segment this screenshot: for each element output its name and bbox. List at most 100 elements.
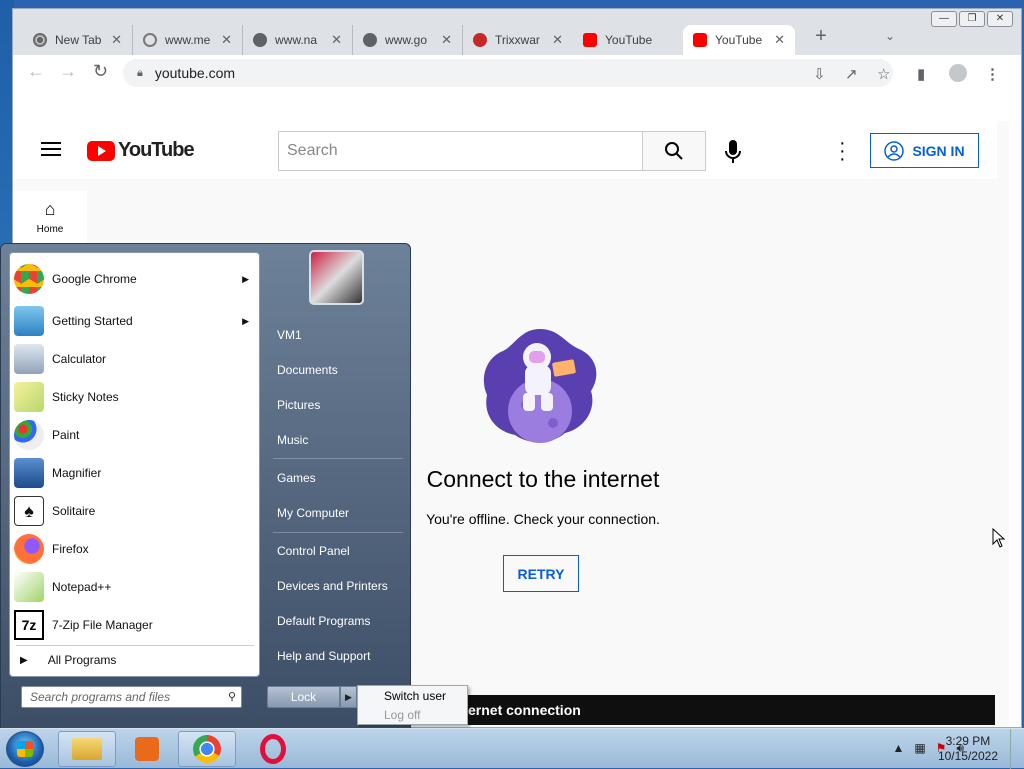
retry-button[interactable]: RETRY	[503, 555, 579, 592]
browser-toolbar: ← → ↻ 🔒︎ youtube.com ⇩ ↗ ☆ ▮ ⋮	[13, 55, 1021, 91]
show-desktop-button[interactable]	[1010, 729, 1024, 769]
tab-title: www.go	[385, 33, 428, 47]
show-hidden-icons-icon[interactable]: ▲	[892, 741, 904, 756]
user-avatar[interactable]	[309, 250, 364, 305]
sign-in-button[interactable]: SIGN IN	[870, 133, 979, 168]
chrome-icon	[33, 33, 47, 47]
clock[interactable]: 3:29 PM 10/15/2022	[938, 734, 998, 764]
settings-dots-icon[interactable]: · · ·	[839, 133, 846, 169]
globe-icon	[253, 33, 267, 47]
search-button[interactable]	[642, 131, 706, 171]
bookmark-star-icon[interactable]: ☆	[877, 65, 890, 83]
share-icon[interactable]: ↗	[845, 65, 858, 83]
start-link-documents[interactable]: Documents	[277, 363, 338, 377]
side-panel-icon[interactable]: ▮	[917, 65, 925, 83]
program-label: Magnifier	[52, 466, 102, 480]
divider	[16, 645, 254, 646]
start-link-help-support[interactable]: Help and Support	[277, 649, 370, 663]
start-item-sticky-notes[interactable]: Sticky Notes	[14, 379, 257, 415]
back-icon[interactable]: ←	[27, 61, 45, 82]
tab-youtube-1[interactable]: YouTube	[573, 25, 683, 55]
window-controls: — ❐ ✕	[931, 11, 1013, 27]
tab-www-me[interactable]: www.me ✕	[133, 25, 243, 55]
start-link-default-programs[interactable]: Default Programs	[277, 614, 370, 628]
close-button[interactable]: ✕	[987, 11, 1013, 27]
chrome-icon	[193, 735, 221, 763]
tab-close-icon[interactable]: ✕	[111, 32, 122, 48]
sticky-notes-icon	[14, 382, 44, 412]
program-label: Google Chrome	[52, 272, 137, 286]
start-item-notepadpp[interactable]: Notepad++	[14, 569, 257, 605]
log-off-item[interactable]: Log off	[358, 705, 467, 724]
youtube-logo[interactable]: YouTube	[87, 139, 195, 162]
media-player-icon	[135, 737, 159, 761]
menu-icon[interactable]: ⋮	[985, 65, 1000, 83]
program-label: Solitaire	[52, 504, 96, 518]
tab-close-icon[interactable]: ✕	[441, 32, 452, 48]
start-link-vm1[interactable]: VM1	[277, 328, 302, 342]
program-label: Notepad++	[52, 580, 112, 594]
install-icon[interactable]: ⇩	[813, 65, 826, 83]
start-link-my-computer[interactable]: My Computer	[277, 506, 349, 520]
lock-button[interactable]: Lock	[267, 686, 340, 708]
restore-button[interactable]: ❐	[959, 11, 985, 27]
expand-arrow-icon: ▶	[20, 654, 28, 666]
start-item-getting-started[interactable]: Getting Started ▶	[14, 303, 257, 339]
start-orb-icon[interactable]	[6, 731, 44, 767]
start-item-google-chrome[interactable]: Google Chrome ▶	[14, 261, 257, 297]
start-item-solitaire[interactable]: ♠ Solitaire	[14, 493, 257, 529]
reload-icon[interactable]: ↻	[93, 61, 108, 82]
forward-icon[interactable]: →	[59, 61, 77, 82]
profile-icon[interactable]	[949, 64, 967, 82]
hamburger-icon[interactable]	[41, 142, 61, 156]
tab-close-icon[interactable]: ✕	[221, 32, 232, 48]
minimize-button[interactable]: —	[931, 11, 957, 27]
start-link-pictures[interactable]: Pictures	[277, 398, 320, 412]
chrome-icon	[14, 264, 44, 294]
tab-close-icon[interactable]: ✕	[331, 32, 342, 48]
taskbar-opera[interactable]	[244, 731, 302, 767]
tab-close-icon[interactable]: ✕	[552, 32, 563, 48]
tab-www-go[interactable]: www.go ✕	[353, 25, 463, 55]
start-item-firefox[interactable]: Firefox	[14, 531, 257, 567]
address-bar[interactable]: 🔒︎ youtube.com	[123, 59, 893, 87]
start-search-input[interactable]: Search programs and files ⚲	[21, 686, 242, 708]
start-link-devices-printers[interactable]: Devices and Printers	[277, 579, 388, 593]
network-icon[interactable]: ▦	[914, 741, 925, 756]
program-label: Sticky Notes	[52, 390, 119, 404]
switch-user-item[interactable]: Switch user	[358, 686, 467, 705]
tab-new-tab[interactable]: New Tab ✕	[23, 25, 133, 55]
start-item-7zip[interactable]: 7z 7-Zip File Manager	[14, 607, 257, 643]
loading-icon	[143, 33, 157, 47]
mic-icon[interactable]	[725, 139, 741, 165]
tab-trixxwar[interactable]: Trixxwar ✕	[463, 25, 573, 55]
tab-youtube-2[interactable]: YouTube ✕	[683, 25, 795, 55]
tab-close-icon[interactable]: ✕	[774, 32, 785, 48]
youtube-header: YouTube Search · · · SIGN IN	[13, 121, 997, 179]
magnifier-icon	[14, 458, 44, 488]
program-label: Paint	[52, 428, 80, 442]
taskbar-explorer[interactable]	[58, 731, 116, 767]
taskbar-media-player[interactable]	[118, 731, 176, 767]
tab-strip: New Tab ✕ www.me ✕ www.na ✕ www.go ✕ Tri…	[13, 9, 1021, 55]
program-label: 7-Zip File Manager	[52, 618, 153, 632]
start-item-paint[interactable]: Paint	[14, 417, 257, 453]
start-programs-pane: Google Chrome ▶ Getting Started ▶ Calcul…	[9, 252, 260, 677]
search-icon: ⚲	[227, 691, 236, 703]
divider	[273, 458, 403, 459]
taskbar-chrome[interactable]	[178, 731, 236, 767]
tab-search-icon[interactable]: ⌄	[885, 29, 895, 43]
start-link-music[interactable]: Music	[277, 433, 308, 447]
start-link-games[interactable]: Games	[277, 471, 316, 485]
start-item-calculator[interactable]: Calculator	[14, 341, 257, 377]
start-item-magnifier[interactable]: Magnifier	[14, 455, 257, 491]
all-programs-button[interactable]: ▶ All Programs	[20, 653, 116, 667]
start-link-control-panel[interactable]: Control Panel	[277, 544, 350, 558]
tab-title: YouTube	[605, 33, 653, 47]
taskbar: ▲ ▦ ⚑ 🔊︎ 3:29 PM 10/15/2022	[0, 728, 1024, 769]
search-input[interactable]: Search	[278, 131, 643, 171]
new-tab-button[interactable]: +	[809, 25, 833, 49]
power-options-arrow-icon[interactable]: ▶	[340, 686, 357, 708]
tab-www-na[interactable]: www.na ✕	[243, 25, 353, 55]
offline-message: You're offline. Check your connection.	[426, 511, 660, 527]
